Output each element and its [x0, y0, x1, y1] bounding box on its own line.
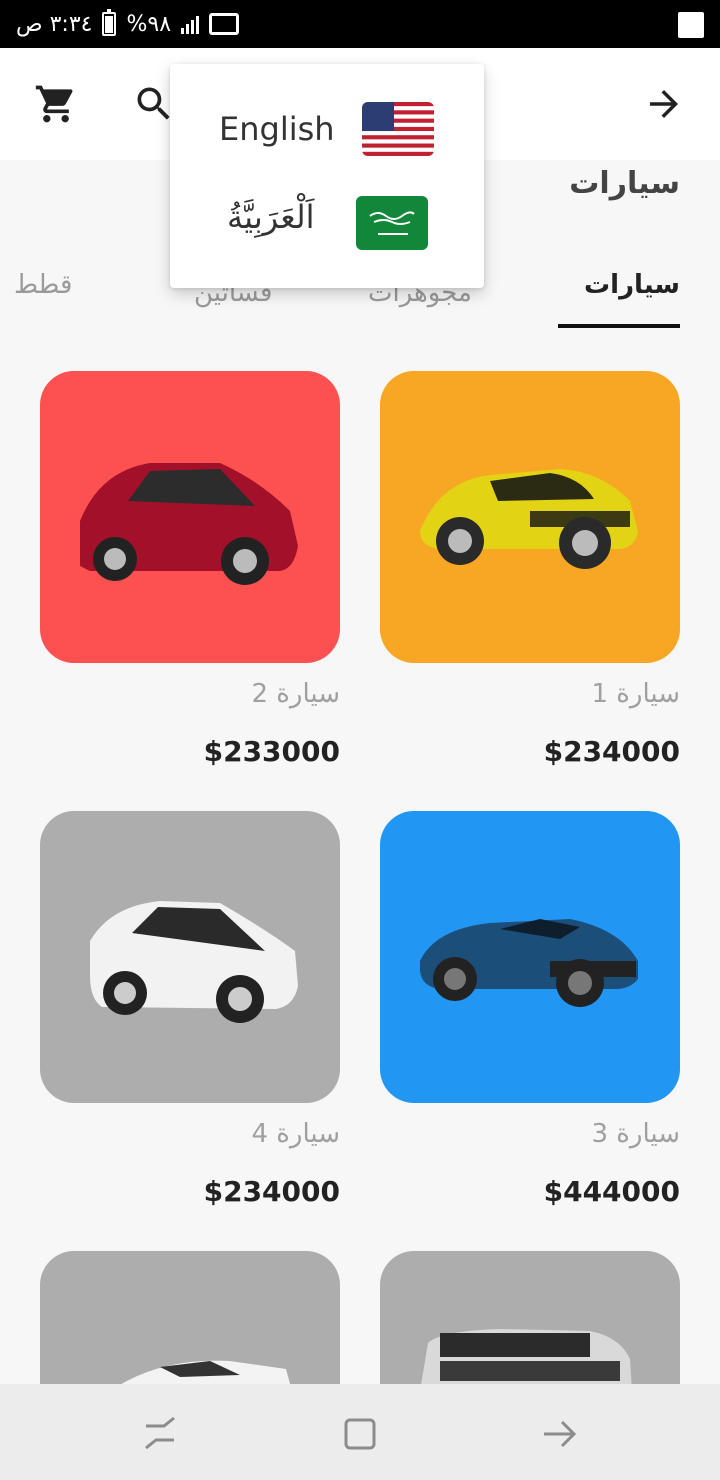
- back-icon[interactable]: [536, 1410, 584, 1458]
- product-price: $233000: [203, 735, 340, 768]
- product-card[interactable]: سيارة 2 $233000: [40, 371, 340, 768]
- car-blue-image: [420, 919, 638, 1007]
- tab-indicator: [558, 324, 680, 328]
- tab-cars[interactable]: سيارات: [584, 270, 680, 300]
- language-label-arabic: اَلْعَرَبِيَّةُ: [227, 198, 315, 236]
- product-name: سيارة 2: [251, 679, 340, 709]
- car-red-image: [80, 463, 298, 585]
- product-image[interactable]: [380, 811, 680, 1103]
- arrow-forward-icon[interactable]: [640, 80, 688, 128]
- battery-icon: [102, 9, 117, 36]
- us-flag-icon: [362, 102, 434, 156]
- car-yellow-image: [420, 469, 638, 569]
- product-image[interactable]: [40, 811, 340, 1103]
- system-nav-bar: [0, 1384, 720, 1480]
- product-name: سيارة 4: [251, 1119, 340, 1149]
- product-name: سيارة 3: [591, 1119, 680, 1149]
- cast-icon: [209, 13, 240, 35]
- status-time: ٣:٣٤ ص: [16, 11, 93, 37]
- language-option-english[interactable]: English: [170, 82, 484, 174]
- home-icon[interactable]: [336, 1410, 384, 1458]
- status-left: ٣:٣٤ ص %٩٨: [16, 0, 240, 48]
- car-white-image: [90, 901, 298, 1023]
- language-option-arabic[interactable]: اَلْعَرَبِيَّةُ: [170, 174, 484, 266]
- cart-icon[interactable]: [32, 80, 80, 128]
- notification-square-icon: [678, 12, 704, 38]
- page-title: سيارات: [569, 166, 680, 201]
- product-price: $444000: [543, 1175, 680, 1208]
- status-bar: ٣:٣٤ ص %٩٨: [0, 0, 720, 48]
- product-card[interactable]: سيارة 3 $444000: [380, 811, 680, 1208]
- product-name: سيارة 1: [591, 679, 680, 709]
- battery-percent: %٩٨: [126, 11, 172, 37]
- tab-cats[interactable]: قطط: [14, 270, 72, 300]
- language-label-english: English: [219, 110, 335, 148]
- signal-icon: [181, 14, 200, 34]
- product-image[interactable]: [380, 371, 680, 663]
- product-price: $234000: [543, 735, 680, 768]
- recent-apps-icon[interactable]: [136, 1410, 184, 1458]
- saudi-flag-icon: [356, 196, 428, 250]
- product-card[interactable]: سيارة 1 $234000: [380, 371, 680, 768]
- product-image[interactable]: [40, 371, 340, 663]
- product-price: $234000: [203, 1175, 340, 1208]
- product-card[interactable]: سيارة 4 $234000: [40, 811, 340, 1208]
- language-menu: English اَلْعَرَبِيَّةُ: [170, 64, 484, 288]
